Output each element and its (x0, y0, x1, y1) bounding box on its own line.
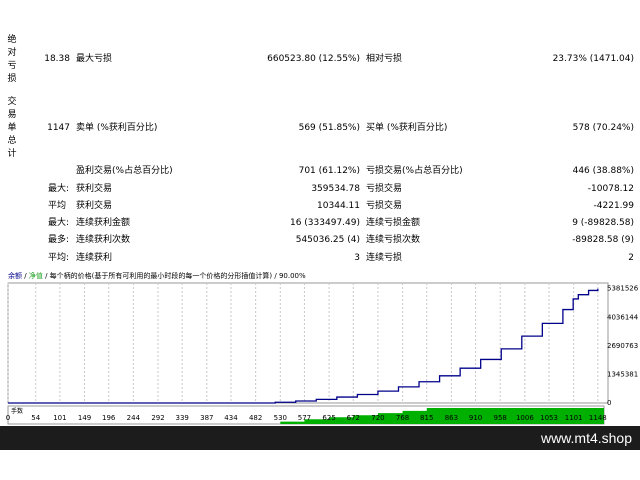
y-tick-label: 0 (607, 399, 611, 407)
x-tick-label: 768 (396, 414, 409, 422)
y-tick-label: 2690763 (607, 342, 638, 350)
x-tick-label: 1053 (540, 414, 558, 422)
x-tick-label: 196 (102, 414, 116, 422)
y-axis: 5381526 4036144 2690763 1345381 0 (607, 285, 639, 407)
x-tick-label: 1148 (589, 414, 607, 422)
y-tick-label: 1345381 (607, 370, 638, 378)
x-tick-label: 0 (6, 414, 10, 422)
x-tick-label: 339 (175, 414, 188, 422)
x-tick-label: 530 (274, 414, 287, 422)
x-tick-label: 720 (371, 414, 384, 422)
x-tick-label: 625 (322, 414, 335, 422)
footer-site[interactable]: www.mt4.shop (541, 429, 632, 447)
x-tick-label: 434 (224, 414, 238, 422)
chart-svg: 手数 5381526 4036144 2690763 1345381 0 0 54 101 1… (6, 282, 639, 425)
x-tick-label: 101 (53, 414, 66, 422)
bottom-margin (0, 450, 640, 480)
x-tick-label: 672 (347, 414, 360, 422)
x-tick-label: 387 (200, 414, 213, 422)
y-tick-label: 5381526 (607, 285, 639, 293)
plot-frame (7, 282, 609, 404)
lot-label: 手数 (11, 407, 23, 415)
x-tick-label: 482 (249, 414, 262, 422)
x-tick-label: 1101 (565, 414, 583, 422)
x-tick-label: 863 (445, 414, 458, 422)
x-tick-label: 577 (298, 414, 311, 422)
x-tick-label: 244 (127, 414, 141, 422)
x-tick-label: 54 (31, 414, 40, 422)
x-tick-label: 1006 (516, 414, 534, 422)
x-tick-label: 149 (78, 414, 91, 422)
x-tick-label: 292 (151, 414, 164, 422)
y-tick-label: 4036144 (607, 313, 639, 321)
footer-bar: www.mt4.shop (0, 426, 640, 450)
x-tick-label: 910 (469, 414, 482, 422)
x-tick-label: 815 (420, 414, 433, 422)
x-tick-label: 958 (494, 414, 507, 422)
